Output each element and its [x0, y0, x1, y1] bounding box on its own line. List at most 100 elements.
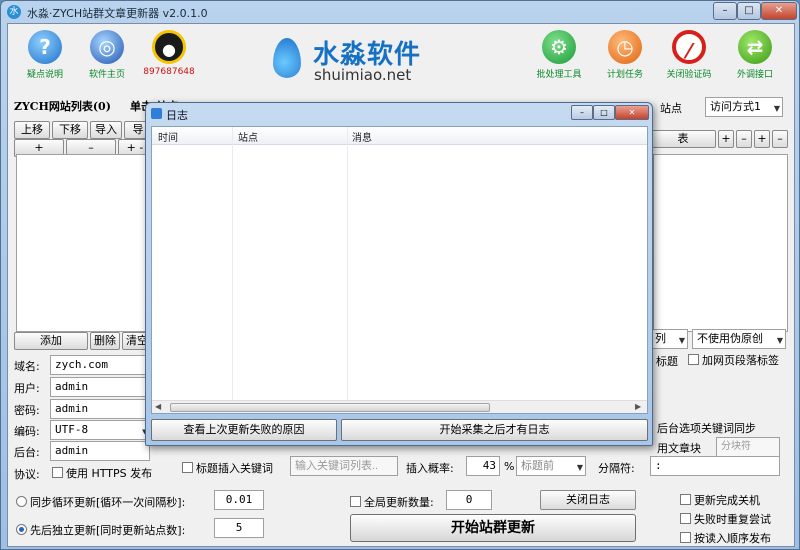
access-mode-value: 访问方式1	[710, 100, 761, 113]
percent-label: %	[504, 460, 515, 473]
retry-label: 失败时重复尝试	[694, 513, 771, 526]
delete-button[interactable]: 删除	[90, 332, 120, 350]
separator-input[interactable]: :	[650, 456, 780, 476]
checkbox-box	[688, 354, 699, 365]
separator-label: 分隔符:	[598, 462, 635, 475]
homepage-label: 软件主页	[88, 70, 125, 80]
sync-loop-input[interactable]: 0.01	[214, 490, 264, 510]
homepage-tool[interactable]: ◎ 软件主页	[80, 26, 134, 94]
global-count-checkbox[interactable]: 全局更新数量:	[350, 494, 434, 510]
log-close-button[interactable]: ✕	[615, 105, 649, 120]
chevron-down-icon: ▼	[576, 463, 583, 472]
encoding-label: 编码:	[14, 425, 40, 438]
shutdown-checkbox[interactable]: 更新完成关机	[680, 492, 760, 508]
add-button[interactable]: 添加	[14, 332, 88, 350]
pseudo-original-value: 不使用伪原创	[697, 332, 763, 345]
radio-circle	[16, 496, 27, 507]
log-table-header: 时间 站点 消息	[152, 127, 647, 145]
backend-input[interactable]: admin	[50, 441, 150, 461]
right-list-box[interactable]	[653, 154, 788, 332]
title-bar[interactable]: 水 水淼·ZYCH站群文章更新器 v2.0.1.0 – □ ✕	[1, 1, 800, 23]
checkbox-box	[680, 532, 691, 543]
api-tool[interactable]: ⇄ 外调接口	[728, 26, 782, 94]
help-label: 疑点说明	[26, 70, 63, 80]
column-header-site[interactable]: 站点	[238, 129, 258, 144]
position-select[interactable]: 标题前 ▼	[516, 456, 586, 476]
close-log-button[interactable]: 关闭日志	[540, 490, 636, 510]
keyword-list-input[interactable]: 输入关键词列表..	[290, 456, 398, 476]
https-checkbox[interactable]: 使用 HTTPS 发布	[52, 465, 152, 481]
small-plus-button-2[interactable]: +	[754, 130, 770, 148]
schedule-label: 计划任务	[606, 70, 643, 80]
app-icon: 水	[7, 5, 21, 19]
encoding-select[interactable]: UTF-8▼	[50, 420, 150, 440]
scroll-right-icon[interactable]: ▶	[635, 402, 641, 411]
retry-checkbox[interactable]: 失败时重复尝试	[680, 511, 771, 527]
domain-input[interactable]: zych.com	[50, 355, 150, 375]
globe-icon: ◎	[90, 30, 124, 64]
checkbox-box	[52, 467, 63, 478]
encoding-value: UTF-8	[55, 423, 89, 436]
add-tags-checkbox[interactable]: 加网页段落标签	[688, 352, 779, 368]
minimize-button[interactable]: –	[713, 2, 737, 20]
site-label: 站点	[660, 102, 682, 115]
order-publish-checkbox[interactable]: 按读入顺序发布	[680, 530, 771, 546]
brand-url: shuimiao.net	[314, 66, 412, 84]
column-header-time[interactable]: 时间	[158, 129, 178, 144]
last-fail-reason-button[interactable]: 查看上次更新失败的原因	[151, 419, 337, 441]
sync-loop-radio[interactable]: 同步循环更新[循环一次间隔秒]:	[16, 494, 185, 510]
start-update-button[interactable]: 开始站群更新	[350, 514, 636, 542]
column-header-message[interactable]: 消息	[352, 129, 372, 144]
maximize-button[interactable]: □	[737, 2, 761, 20]
table-fragment-button[interactable]: 表	[650, 130, 716, 148]
horizontal-scrollbar[interactable]: ◀ ▶	[152, 400, 647, 413]
log-table[interactable]: 时间 站点 消息 ◀ ▶	[151, 126, 648, 414]
captcha-tool[interactable]: ⁄ 关闭验证码	[662, 26, 716, 94]
user-label: 用户:	[14, 382, 40, 395]
sequential-label: 先后独立更新[同时更新站点数]:	[30, 524, 186, 537]
access-mode-select[interactable]: 访问方式1 ▼	[705, 97, 783, 117]
gear-icon: ⚙	[542, 30, 576, 64]
user-input[interactable]: admin	[50, 377, 150, 397]
protocol-label: 协议:	[14, 468, 40, 481]
backend-label: 后台:	[14, 446, 40, 459]
password-input[interactable]: admin	[50, 399, 150, 419]
insert-rate-input[interactable]: 43	[466, 456, 500, 476]
global-count-input[interactable]: 0	[446, 490, 492, 510]
title-keyword-checkbox[interactable]: 标题插入关键词	[182, 460, 273, 476]
column-divider	[347, 127, 348, 413]
schedule-tool[interactable]: ◷ 计划任务	[598, 26, 652, 94]
sequential-input[interactable]: 5	[214, 518, 264, 538]
checkbox-box	[680, 494, 691, 505]
pseudo-original-select[interactable]: 不使用伪原创 ▼	[692, 329, 786, 349]
insert-rate-label: 插入概率:	[406, 462, 454, 475]
checkbox-box	[182, 462, 193, 473]
qq-label: 897687648	[143, 67, 195, 77]
prohibited-icon: ⁄	[672, 30, 706, 64]
import-button[interactable]: 导入	[90, 121, 122, 139]
move-down-button[interactable]: 下移	[52, 121, 88, 139]
qq-tool[interactable]: ● 897687648	[142, 26, 196, 94]
shutdown-label: 更新完成关机	[694, 494, 760, 507]
separator-block-input[interactable]: 分块符	[716, 437, 780, 457]
log-hint-button[interactable]: 开始采集之后才有日志	[341, 419, 648, 441]
api-label: 外调接口	[736, 70, 773, 80]
help-tool[interactable]: ? 疑点说明	[18, 26, 72, 94]
small-minus-button-2[interactable]: –	[772, 130, 788, 148]
order-publish-label: 按读入顺序发布	[694, 532, 771, 545]
log-minimize-button[interactable]: –	[571, 105, 593, 120]
keyword-sync-label: 后台选项关键词同步	[657, 422, 756, 435]
sequential-radio[interactable]: 先后独立更新[同时更新站点数]:	[16, 522, 185, 538]
log-maximize-button[interactable]: □	[593, 105, 615, 120]
batch-tool[interactable]: ⚙ 批处理工具	[528, 26, 590, 94]
small-minus-button-1[interactable]: –	[736, 130, 752, 148]
checkbox-box	[350, 496, 361, 507]
window-title: 水淼·ZYCH站群文章更新器 v2.0.1.0	[27, 7, 208, 20]
mode-select[interactable]: 列 ▼	[650, 329, 688, 349]
scrollbar-thumb[interactable]	[170, 403, 490, 412]
close-button[interactable]: ✕	[761, 2, 797, 20]
move-up-button[interactable]: 上移	[14, 121, 50, 139]
site-list-box[interactable]	[16, 154, 166, 332]
scroll-left-icon[interactable]: ◀	[155, 402, 161, 411]
small-plus-button-1[interactable]: +	[718, 130, 734, 148]
